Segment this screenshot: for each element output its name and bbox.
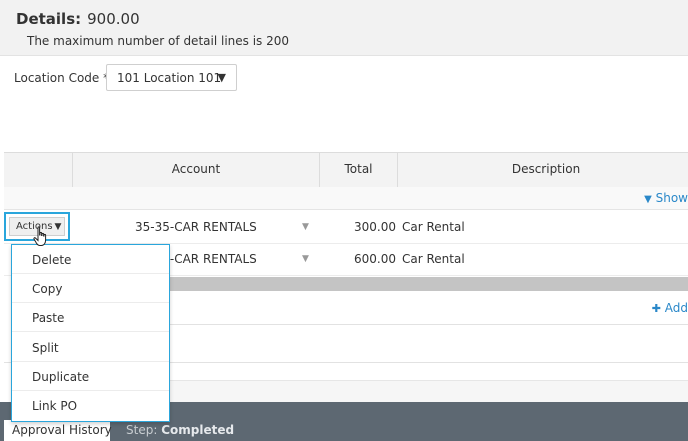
actions-menu: Delete Copy Paste Split Duplicate Link P…	[11, 244, 170, 422]
menu-item-paste[interactable]: Paste	[12, 303, 169, 332]
details-label: Details:	[16, 10, 82, 28]
plus-icon: ✚	[651, 302, 661, 315]
show-filter-link[interactable]: ▼ Show	[644, 191, 688, 205]
row-account[interactable]: 35-35-CAR RENTALS	[135, 220, 257, 234]
row-total: 300.00	[354, 220, 396, 234]
location-code-select[interactable]: 101 Location 101 ▼	[106, 64, 237, 91]
chevron-down-icon: ▼	[54, 222, 62, 232]
chevron-down-icon: ▼	[217, 71, 226, 84]
approval-history-tab[interactable]: Approval History	[4, 420, 112, 441]
horizontal-scrollbar[interactable]	[160, 277, 688, 291]
menu-item-delete[interactable]: Delete	[12, 245, 169, 274]
add-line-link[interactable]: ✚ Add	[652, 301, 688, 315]
step-status: Step: Completed	[126, 423, 234, 437]
column-header-account[interactable]: Account	[73, 162, 319, 176]
row-total: 600.00	[354, 252, 396, 266]
filter-row	[4, 187, 688, 210]
chevron-down-icon[interactable]: ▼	[302, 222, 309, 232]
details-title: Details: 900.00	[16, 10, 140, 28]
grid-header: Account Total Description	[4, 152, 688, 188]
hand-cursor-icon	[33, 226, 47, 246]
chevron-down-icon[interactable]: ▼	[302, 254, 309, 264]
menu-item-split[interactable]: Split	[12, 333, 169, 362]
column-header-description[interactable]: Description	[398, 162, 688, 176]
menu-item-copy[interactable]: Copy	[12, 274, 169, 303]
step-value: Completed	[161, 423, 235, 437]
menu-item-link-po[interactable]: Link PO	[12, 391, 169, 420]
details-amount: 900.00	[87, 10, 140, 28]
add-line-label: Add	[664, 301, 688, 315]
location-code-value: 101 Location 101	[117, 71, 222, 85]
column-header-total[interactable]: Total	[320, 162, 397, 176]
max-lines-note: The maximum number of detail lines is 20…	[27, 34, 290, 48]
filter-icon: ▼	[644, 194, 652, 205]
table-row: 35-35-CAR RENTALS ▼ 300.00 Car Rental	[4, 212, 688, 244]
location-code-label: Location Code *	[14, 71, 110, 85]
show-filter-label: Show	[655, 191, 688, 205]
lower-panel	[160, 380, 688, 403]
row-description[interactable]: Car Rental	[402, 220, 465, 234]
menu-item-duplicate[interactable]: Duplicate	[12, 362, 169, 391]
row-description[interactable]: Car Rental	[402, 252, 465, 266]
add-row-bar	[170, 294, 688, 325]
step-label: Step:	[126, 423, 158, 437]
